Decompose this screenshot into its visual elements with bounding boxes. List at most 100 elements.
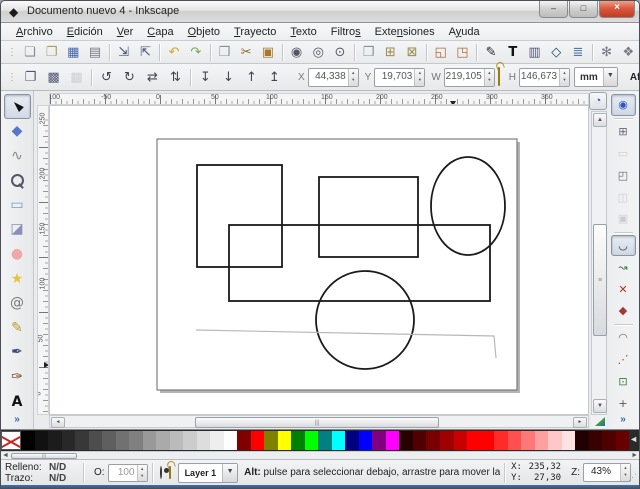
tool-rectangle[interactable]: ▭ — [4, 192, 31, 217]
new-document[interactable]: ❏ — [19, 42, 41, 63]
menu-extensiones[interactable]: Extensiones — [368, 25, 442, 39]
toolbox-overflow-button[interactable]: » — [14, 414, 20, 425]
xml-editor[interactable]: ◇ — [545, 42, 567, 63]
export[interactable]: ⇱ — [135, 42, 157, 63]
tool-pencil[interactable]: ✎ — [4, 315, 31, 340]
tool-node[interactable]: ◆ — [4, 119, 31, 144]
palette-swatch[interactable] — [21, 431, 35, 450]
height-field[interactable]: 146,673▲▼ — [519, 68, 570, 87]
fill-stroke-dialog[interactable]: ✎ — [480, 42, 502, 63]
snap-cusp-nodes[interactable]: ◆ — [611, 300, 636, 322]
menu-capa[interactable]: Capa — [140, 25, 180, 39]
toolbar-grip[interactable]: ⋮ — [7, 72, 17, 83]
width-field[interactable]: 219,105▲▼ — [444, 68, 495, 87]
minimize-button[interactable]: – — [539, 1, 568, 18]
open-document[interactable]: ❐ — [41, 42, 63, 63]
snap-path-intersections[interactable]: ✕ — [611, 278, 636, 300]
menu-edicin[interactable]: Edición — [60, 25, 110, 39]
opacity-field[interactable]: 100▲▼ — [108, 464, 148, 482]
palette-swatch[interactable] — [62, 431, 76, 450]
print-document[interactable]: ▤ — [84, 42, 106, 63]
fill-value[interactable]: N/D — [49, 462, 79, 473]
zoom-page[interactable]: ⊙ — [329, 42, 351, 63]
redo[interactable]: ↷ — [185, 42, 207, 63]
import[interactable]: ⇲ — [113, 42, 135, 63]
palette-swatch[interactable] — [102, 431, 116, 450]
stroke-value[interactable]: N/D — [49, 473, 79, 484]
palette-swatch[interactable] — [399, 431, 413, 450]
menu-ver[interactable]: Ver — [110, 25, 141, 39]
scroll-down-icon[interactable]: ▼ — [593, 399, 607, 413]
raise-to-top[interactable]: ↥ — [263, 67, 286, 88]
duplicate[interactable]: ❒ — [358, 42, 380, 63]
snap-object-centers[interactable]: ⊡ — [611, 370, 636, 392]
document-properties[interactable]: ❖ — [617, 42, 639, 63]
tool-zoom[interactable] — [4, 168, 31, 193]
palette-swatch[interactable] — [183, 431, 197, 450]
vertical-scroll-thumb[interactable]: ≡ — [593, 224, 607, 336]
palette-swatch[interactable] — [345, 431, 359, 450]
palette-swatch[interactable] — [426, 431, 440, 450]
palette-swatch[interactable] — [616, 431, 630, 450]
lower-to-bottom[interactable]: ↧ — [194, 67, 217, 88]
tool-calligraphy[interactable]: ✑ — [4, 365, 31, 390]
layers-dialog[interactable]: ▥ — [524, 42, 546, 63]
zoom-field[interactable]: 43%▲▼ — [583, 463, 631, 482]
snapbar-overflow-button[interactable]: » — [620, 414, 626, 425]
y-field[interactable]: 19,703▲▼ — [374, 68, 425, 87]
x-field[interactable]: 44,338▲▼ — [308, 68, 359, 87]
create-clone[interactable]: ⊞ — [379, 42, 401, 63]
undo[interactable]: ↶ — [163, 42, 185, 63]
palette-scrollbar[interactable]: ◄ ||| ► — [1, 451, 639, 459]
ungroup[interactable]: ◳ — [452, 42, 474, 63]
tool-selector[interactable]: ► — [4, 94, 31, 119]
close-button[interactable]: × — [599, 1, 635, 18]
palette-swatch[interactable] — [508, 431, 522, 450]
no-color-swatch[interactable] — [1, 431, 21, 450]
layer-lock-icon[interactable] — [169, 467, 171, 478]
palette-swatch[interactable] — [237, 431, 251, 450]
snap-bbox[interactable]: ⊞ — [611, 121, 636, 143]
palette-swatch[interactable] — [75, 431, 89, 450]
paste[interactable]: ▣ — [257, 42, 279, 63]
palette-swatch[interactable] — [116, 431, 130, 450]
tool-spiral[interactable]: @ — [4, 291, 31, 316]
palette-swatch[interactable] — [602, 431, 616, 450]
unlink-clone[interactable]: ⊠ — [401, 42, 423, 63]
layer-dropdown[interactable]: Layer 1 ▼ — [178, 463, 239, 483]
palette-swatch[interactable] — [467, 431, 481, 450]
tool-star[interactable]: ★ — [4, 266, 31, 291]
palette-swatch[interactable] — [35, 431, 49, 450]
palette-swatch[interactable] — [143, 431, 157, 450]
resize-grip-icon[interactable]: ⋰ — [628, 472, 637, 483]
palette-swatch[interactable] — [89, 431, 103, 450]
palette-swatch[interactable] — [305, 431, 319, 450]
palette-swatch[interactable] — [224, 431, 238, 450]
menu-ayuda[interactable]: Ayuda — [442, 25, 487, 39]
palette-swatch[interactable] — [264, 431, 278, 450]
text-dialog[interactable]: T — [502, 42, 524, 63]
tool-3dbox[interactable]: ◪ — [4, 217, 31, 242]
palette-swatch[interactable] — [481, 431, 495, 450]
snap-paths[interactable]: ↝ — [611, 256, 636, 278]
vertical-scrollbar[interactable]: ▲ ≡ ▼ — [591, 111, 607, 415]
group[interactable]: ◱ — [430, 42, 452, 63]
select-all[interactable]: ❐ — [19, 67, 42, 88]
rotate-ccw[interactable]: ↺ — [95, 67, 118, 88]
scroll-left-icon[interactable]: ◄ — [51, 417, 65, 428]
preferences[interactable]: ✻ — [596, 42, 618, 63]
palette-swatch[interactable] — [562, 431, 576, 450]
palette-swatch[interactable] — [318, 431, 332, 450]
menu-trayecto[interactable]: Trayecto — [227, 25, 283, 39]
menu-texto[interactable]: Texto — [283, 25, 323, 39]
palette-swatch[interactable] — [156, 431, 170, 450]
save-document[interactable]: ▦ — [62, 42, 84, 63]
palette-swatch[interactable] — [197, 431, 211, 450]
palette-more-arrow[interactable]: ◄ — [629, 434, 638, 444]
menu-filtros[interactable]: Filtros — [324, 25, 368, 39]
lower[interactable]: ↓ — [217, 67, 240, 88]
palette-swatch[interactable] — [589, 431, 603, 450]
scroll-up-icon[interactable]: ▲ — [593, 113, 607, 127]
flip-vertical[interactable]: ⇅ — [164, 67, 187, 88]
tool-ellipse[interactable]: ● — [4, 242, 31, 267]
